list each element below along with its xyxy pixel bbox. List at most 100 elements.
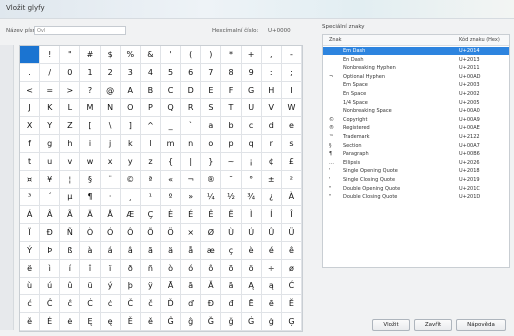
glyph-cell[interactable]: ] <box>120 117 141 136</box>
glyph-cell[interactable]: ğ <box>221 313 242 331</box>
glyph-cell[interactable]: < <box>20 81 41 100</box>
glyph-cell[interactable]: Ċ <box>80 295 101 314</box>
glyph-cell[interactable]: e <box>281 117 302 136</box>
glyph-cell[interactable]: ù <box>20 277 41 296</box>
glyph-cell[interactable]: _ <box>160 117 182 136</box>
glyph-cell[interactable]: i <box>80 135 101 153</box>
glyph-cell[interactable]: l <box>140 135 161 153</box>
glyph-cell[interactable]: 8 <box>221 63 242 82</box>
glyph-cell[interactable]: - <box>281 46 302 64</box>
glyph-cell[interactable]: , <box>261 46 282 64</box>
glyph-cell[interactable]: . <box>20 63 41 82</box>
glyph-cell[interactable]: Î <box>281 206 302 225</box>
glyph-cell[interactable]: 6 <box>181 63 202 82</box>
left-scroll-strip[interactable] <box>0 45 14 330</box>
glyph-cell[interactable]: / <box>40 63 61 82</box>
glyph-cell[interactable]: Ì <box>241 206 262 225</box>
glyph-grid[interactable]: ! " # $% & '() * +, -./0 1 2 3 4 5 6 7 8 9:; < = >? @ A B C D E F G H… <box>19 45 303 332</box>
glyph-cell[interactable]: ³ <box>20 188 41 207</box>
glyph-cell[interactable]: Ù <box>221 224 242 242</box>
glyph-cell[interactable]: = <box>40 81 61 100</box>
glyph-cell[interactable]: ñ <box>140 259 161 278</box>
glyph-cell[interactable]: ¤ <box>20 170 41 189</box>
special-row[interactable]: ¶ Paragraph U+00B6 <box>323 150 509 158</box>
glyph-cell[interactable]: Y <box>40 117 61 136</box>
special-row[interactable]: Em Space U+2003 <box>323 81 509 89</box>
glyph-cell[interactable]: Ã <box>60 206 81 225</box>
glyph-cell[interactable]: ã <box>140 241 161 260</box>
glyph-cell[interactable]: Ý <box>20 241 41 260</box>
glyph-cell[interactable]: Ê <box>201 206 222 225</box>
glyph-cell[interactable]: s <box>281 135 302 153</box>
glyph-cell[interactable]: * <box>221 46 242 64</box>
glyph-cell[interactable]: ā <box>181 277 202 296</box>
glyph-cell[interactable]: : <box>261 63 282 82</box>
glyph-cell[interactable]: ª <box>140 170 161 189</box>
glyph-cell[interactable]: | <box>181 152 202 171</box>
glyph-cell[interactable]: ü <box>80 277 101 296</box>
glyph-cell[interactable]: Ĕ <box>281 295 302 314</box>
special-row[interactable]: " Double Closing Quote U+201D <box>323 193 509 201</box>
glyph-cell[interactable]: £ <box>281 152 302 171</box>
glyph-cell[interactable]: ½ <box>221 188 242 207</box>
glyph-cell[interactable]: f <box>20 135 41 153</box>
glyph-cell[interactable]: Q <box>160 99 182 118</box>
glyph-cell[interactable]: C <box>160 81 182 100</box>
glyph-cell[interactable]: Ĉ <box>40 295 61 314</box>
glyph-cell[interactable]: Ė <box>40 313 61 331</box>
glyph-cell[interactable]: » <box>181 188 202 207</box>
glyph-cell[interactable]: Z <box>60 117 81 136</box>
glyph-cell[interactable]: o <box>201 135 222 153</box>
glyph-cell[interactable]: ß <box>60 241 81 260</box>
glyph-cell[interactable]: 0 <box>60 63 81 82</box>
glyph-cell[interactable]: ' <box>160 46 182 64</box>
glyph-cell[interactable]: g <box>40 135 61 153</box>
glyph-cell[interactable]: ¹ <box>140 188 161 207</box>
glyph-cell[interactable]: Û <box>261 224 282 242</box>
glyph-cell[interactable]: > <box>60 81 81 100</box>
glyph-cell[interactable]: F <box>221 81 242 100</box>
glyph-cell[interactable]: â <box>120 241 141 260</box>
glyph-cell[interactable]: 5 <box>160 63 182 82</box>
glyph-cell[interactable]: Ć <box>281 277 302 296</box>
glyph-cell[interactable]: Å <box>100 206 121 225</box>
glyph-cell[interactable]: " <box>60 46 81 64</box>
glyph-cell[interactable]: Đ <box>201 295 222 314</box>
glyph-cell[interactable]: t <box>20 152 41 171</box>
glyph-cell[interactable]: ¦ <box>60 170 81 189</box>
glyph-cell[interactable]: W <box>281 99 302 118</box>
glyph-cell[interactable]: I <box>281 81 302 100</box>
glyph-cell[interactable]: « <box>160 170 182 189</box>
glyph-cell[interactable]: Ï <box>20 224 41 242</box>
glyph-cell[interactable]: N <box>100 99 121 118</box>
glyph-cell[interactable]: ¾ <box>241 188 262 207</box>
glyph-cell[interactable]: Ą <box>241 277 262 296</box>
glyph-cell[interactable]: À <box>281 188 302 207</box>
glyph-cell[interactable]: Ē <box>241 295 262 314</box>
glyph-cell[interactable]: P <box>140 99 161 118</box>
glyph-cell[interactable]: 9 <box>241 63 262 82</box>
glyph-cell[interactable]: } <box>201 152 222 171</box>
glyph-cell[interactable]: A <box>120 81 141 100</box>
glyph-cell[interactable]: ä <box>160 241 182 260</box>
glyph-cell[interactable]: þ <box>120 277 141 296</box>
glyph-cell[interactable]: ç <box>221 241 242 260</box>
glyph-cell[interactable]: Ñ <box>60 224 81 242</box>
glyph-cell[interactable] <box>20 46 41 64</box>
special-row[interactable]: ® Registered U+00AE <box>323 124 509 132</box>
glyph-cell[interactable]: ¼ <box>201 188 222 207</box>
glyph-cell[interactable]: ¡ <box>241 152 262 171</box>
glyph-cell[interactable]: ÿ <box>140 277 161 296</box>
glyph-cell[interactable]: µ <box>60 188 81 207</box>
glyph-cell[interactable]: 2 <box>100 63 121 82</box>
special-row[interactable]: … Ellipsis U+2026 <box>323 159 509 167</box>
glyph-cell[interactable]: L <box>60 99 81 118</box>
glyph-cell[interactable]: Ø <box>201 224 222 242</box>
glyph-cell[interactable]: Ð <box>40 224 61 242</box>
glyph-cell[interactable]: ø <box>281 259 302 278</box>
glyph-cell[interactable]: õ <box>221 259 242 278</box>
glyph-cell[interactable]: y <box>120 152 141 171</box>
glyph-cell[interactable]: ¯ <box>221 170 242 189</box>
glyph-cell[interactable]: Ö <box>160 224 182 242</box>
glyph-cell[interactable]: M <box>80 99 101 118</box>
